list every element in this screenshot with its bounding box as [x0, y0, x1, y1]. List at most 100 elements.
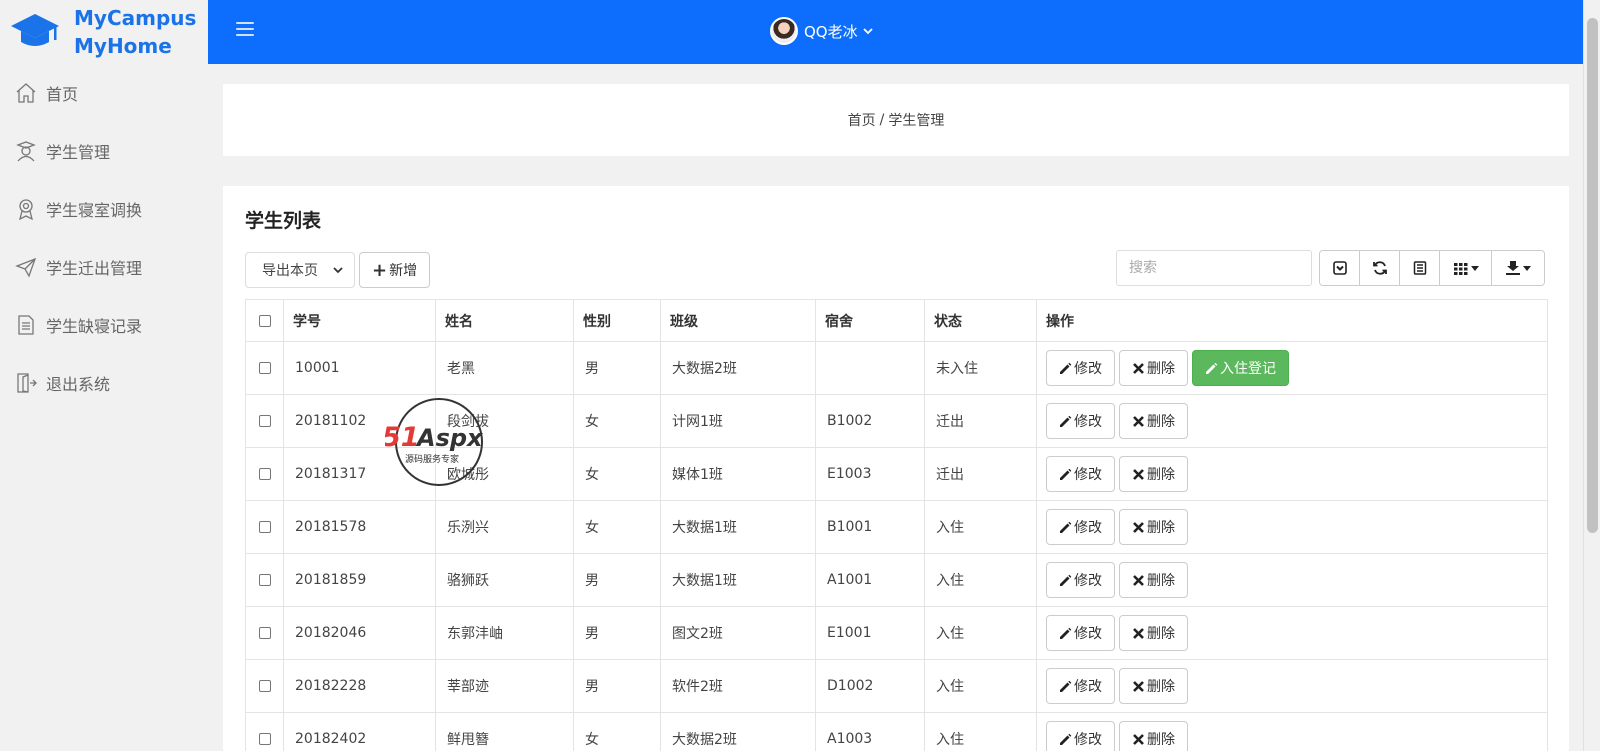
row-checkbox[interactable] [245, 606, 284, 660]
home-icon [16, 83, 36, 103]
column-header[interactable]: 班级 [660, 299, 816, 342]
row-checkbox[interactable] [245, 500, 284, 554]
row-checkbox[interactable] [245, 341, 284, 395]
cell-class: 计网1班 [660, 394, 816, 448]
plus-icon: + [372, 259, 388, 281]
cell-dorm: E1003 [815, 447, 925, 501]
export-select[interactable]: 导出本页 [245, 252, 355, 288]
delete-button[interactable]: 删除 [1119, 403, 1188, 439]
cell-class: 图文2班 [660, 606, 816, 660]
cell-gender: 女 [573, 712, 661, 751]
add-student-button[interactable]: + 新增 [359, 252, 431, 288]
hamburger-menu-icon[interactable] [236, 22, 254, 38]
toggle-pagination-button[interactable] [1320, 251, 1360, 285]
brand[interactable]: MyCampus MyHome [0, 0, 208, 64]
cell-student-id: 20182402 [283, 712, 436, 751]
close-icon [1133, 680, 1144, 692]
cell-class: 大数据2班 [660, 341, 816, 395]
row-checkbox[interactable] [245, 447, 284, 501]
topbar: QQ老冰 [208, 0, 1584, 64]
delete-label: 删除 [1147, 573, 1175, 589]
cell-student-id: 20182228 [283, 659, 436, 713]
columns-button[interactable] [1440, 251, 1492, 285]
toggle-view-button[interactable] [1400, 251, 1440, 285]
cell-name: 乐洌兴 [435, 500, 574, 554]
user-menu[interactable]: QQ老冰 [770, 17, 874, 45]
sidebar-item-label: 学生缺寝记录 [46, 317, 143, 336]
breadcrumb-home[interactable]: 首页 [848, 110, 876, 130]
delete-button[interactable]: 删除 [1119, 509, 1188, 545]
delete-button[interactable]: 删除 [1119, 721, 1188, 751]
edit-button[interactable]: 修改 [1046, 509, 1115, 545]
column-header[interactable]: 宿舍 [815, 299, 925, 342]
row-checkbox[interactable] [245, 553, 284, 607]
edit-button[interactable]: 修改 [1046, 668, 1115, 704]
column-header[interactable]: 姓名 [435, 299, 574, 342]
row-checkbox[interactable] [245, 659, 284, 713]
cell-name: 莘部迹 [435, 659, 574, 713]
sidebar-item-logout[interactable]: 退出系统 [0, 354, 208, 412]
brand-line2: MyHome [74, 34, 172, 58]
sidebar-item-home[interactable]: 首页 [0, 64, 208, 122]
refresh-icon [1372, 261, 1387, 275]
sidebar-item-absence-records[interactable]: 学生缺寝记录 [0, 296, 208, 354]
sidebar-item-move-out[interactable]: 学生迁出管理 [0, 238, 208, 296]
checkin-button[interactable]: 入住登记 [1192, 350, 1289, 386]
sidebar-item-label: 学生管理 [46, 143, 111, 162]
cell-class: 媒体1班 [660, 447, 816, 501]
edit-button[interactable]: 修改 [1046, 721, 1115, 751]
edit-button[interactable]: 修改 [1046, 350, 1115, 386]
edit-button[interactable]: 修改 [1046, 456, 1115, 492]
caret-down-icon [1523, 266, 1531, 271]
refresh-button[interactable] [1360, 251, 1400, 285]
cell-gender: 男 [573, 553, 661, 607]
edit-label: 修改 [1074, 361, 1102, 377]
toolbar-left: 导出本页 + 新增 [245, 252, 431, 288]
sidebar-item-label: 学生寝室调换 [46, 201, 143, 220]
cell-dorm [815, 341, 925, 395]
column-header[interactable]: 学号 [283, 299, 436, 342]
delete-label: 删除 [1147, 467, 1175, 483]
delete-label: 删除 [1147, 679, 1175, 695]
collapse-icon [1332, 261, 1347, 275]
table-row: 20181578 乐洌兴女大数据1班 B1001 入住 修改 删除 [245, 500, 1548, 554]
cell-name: 骆狮跃 [435, 553, 574, 607]
delete-button[interactable]: 删除 [1119, 668, 1188, 704]
row-checkbox[interactable] [245, 394, 284, 448]
student-table: 学号 姓名 性别 班级 宿舍 状态 操作 10001 老黑男大数据2班 未入住 修改删… [245, 299, 1548, 751]
sidebar: MyCampus MyHome 首页 学生管理 学生寝室调换 学生迁出管理 学生… [0, 0, 208, 751]
cell-gender: 男 [573, 606, 661, 660]
cell-dorm: A1001 [815, 553, 925, 607]
cell-status: 入住 [924, 500, 1037, 554]
edit-button[interactable]: 修改 [1046, 615, 1115, 651]
export-button[interactable] [1492, 251, 1544, 285]
delete-button[interactable]: 删除 [1119, 562, 1188, 598]
cell-actions: 修改 删除 [1036, 606, 1548, 660]
page-scrollbar[interactable] [1583, 0, 1600, 751]
delete-label: 删除 [1147, 414, 1175, 430]
cell-actions: 修改 删除 [1036, 659, 1548, 713]
document-icon [18, 315, 34, 335]
cell-student-id: 20181578 [283, 500, 436, 554]
delete-button[interactable]: 删除 [1119, 615, 1188, 651]
cell-class: 大数据1班 [660, 553, 816, 607]
download-icon [1506, 261, 1520, 275]
cell-status: 入住 [924, 712, 1037, 751]
scrollbar-thumb[interactable] [1587, 18, 1598, 533]
column-header[interactable]: 状态 [924, 299, 1037, 342]
column-header[interactable]: 性别 [573, 299, 661, 342]
svg-text:源码服务专家: 源码服务专家 [405, 453, 459, 465]
edit-button[interactable]: 修改 [1046, 403, 1115, 439]
delete-button[interactable]: 删除 [1119, 350, 1188, 386]
row-checkbox[interactable] [245, 712, 284, 751]
select-all-checkbox[interactable] [245, 299, 284, 342]
edit-button[interactable]: 修改 [1046, 562, 1115, 598]
cell-actions: 修改 删除 [1036, 712, 1548, 751]
cell-gender: 女 [573, 447, 661, 501]
sidebar-item-student-management[interactable]: 学生管理 [0, 122, 208, 180]
cell-gender: 女 [573, 394, 661, 448]
sidebar-item-dorm-swap[interactable]: 学生寝室调换 [0, 180, 208, 238]
search-input[interactable] [1116, 250, 1312, 286]
delete-button[interactable]: 删除 [1119, 456, 1188, 492]
caret-down-icon [1470, 266, 1479, 271]
